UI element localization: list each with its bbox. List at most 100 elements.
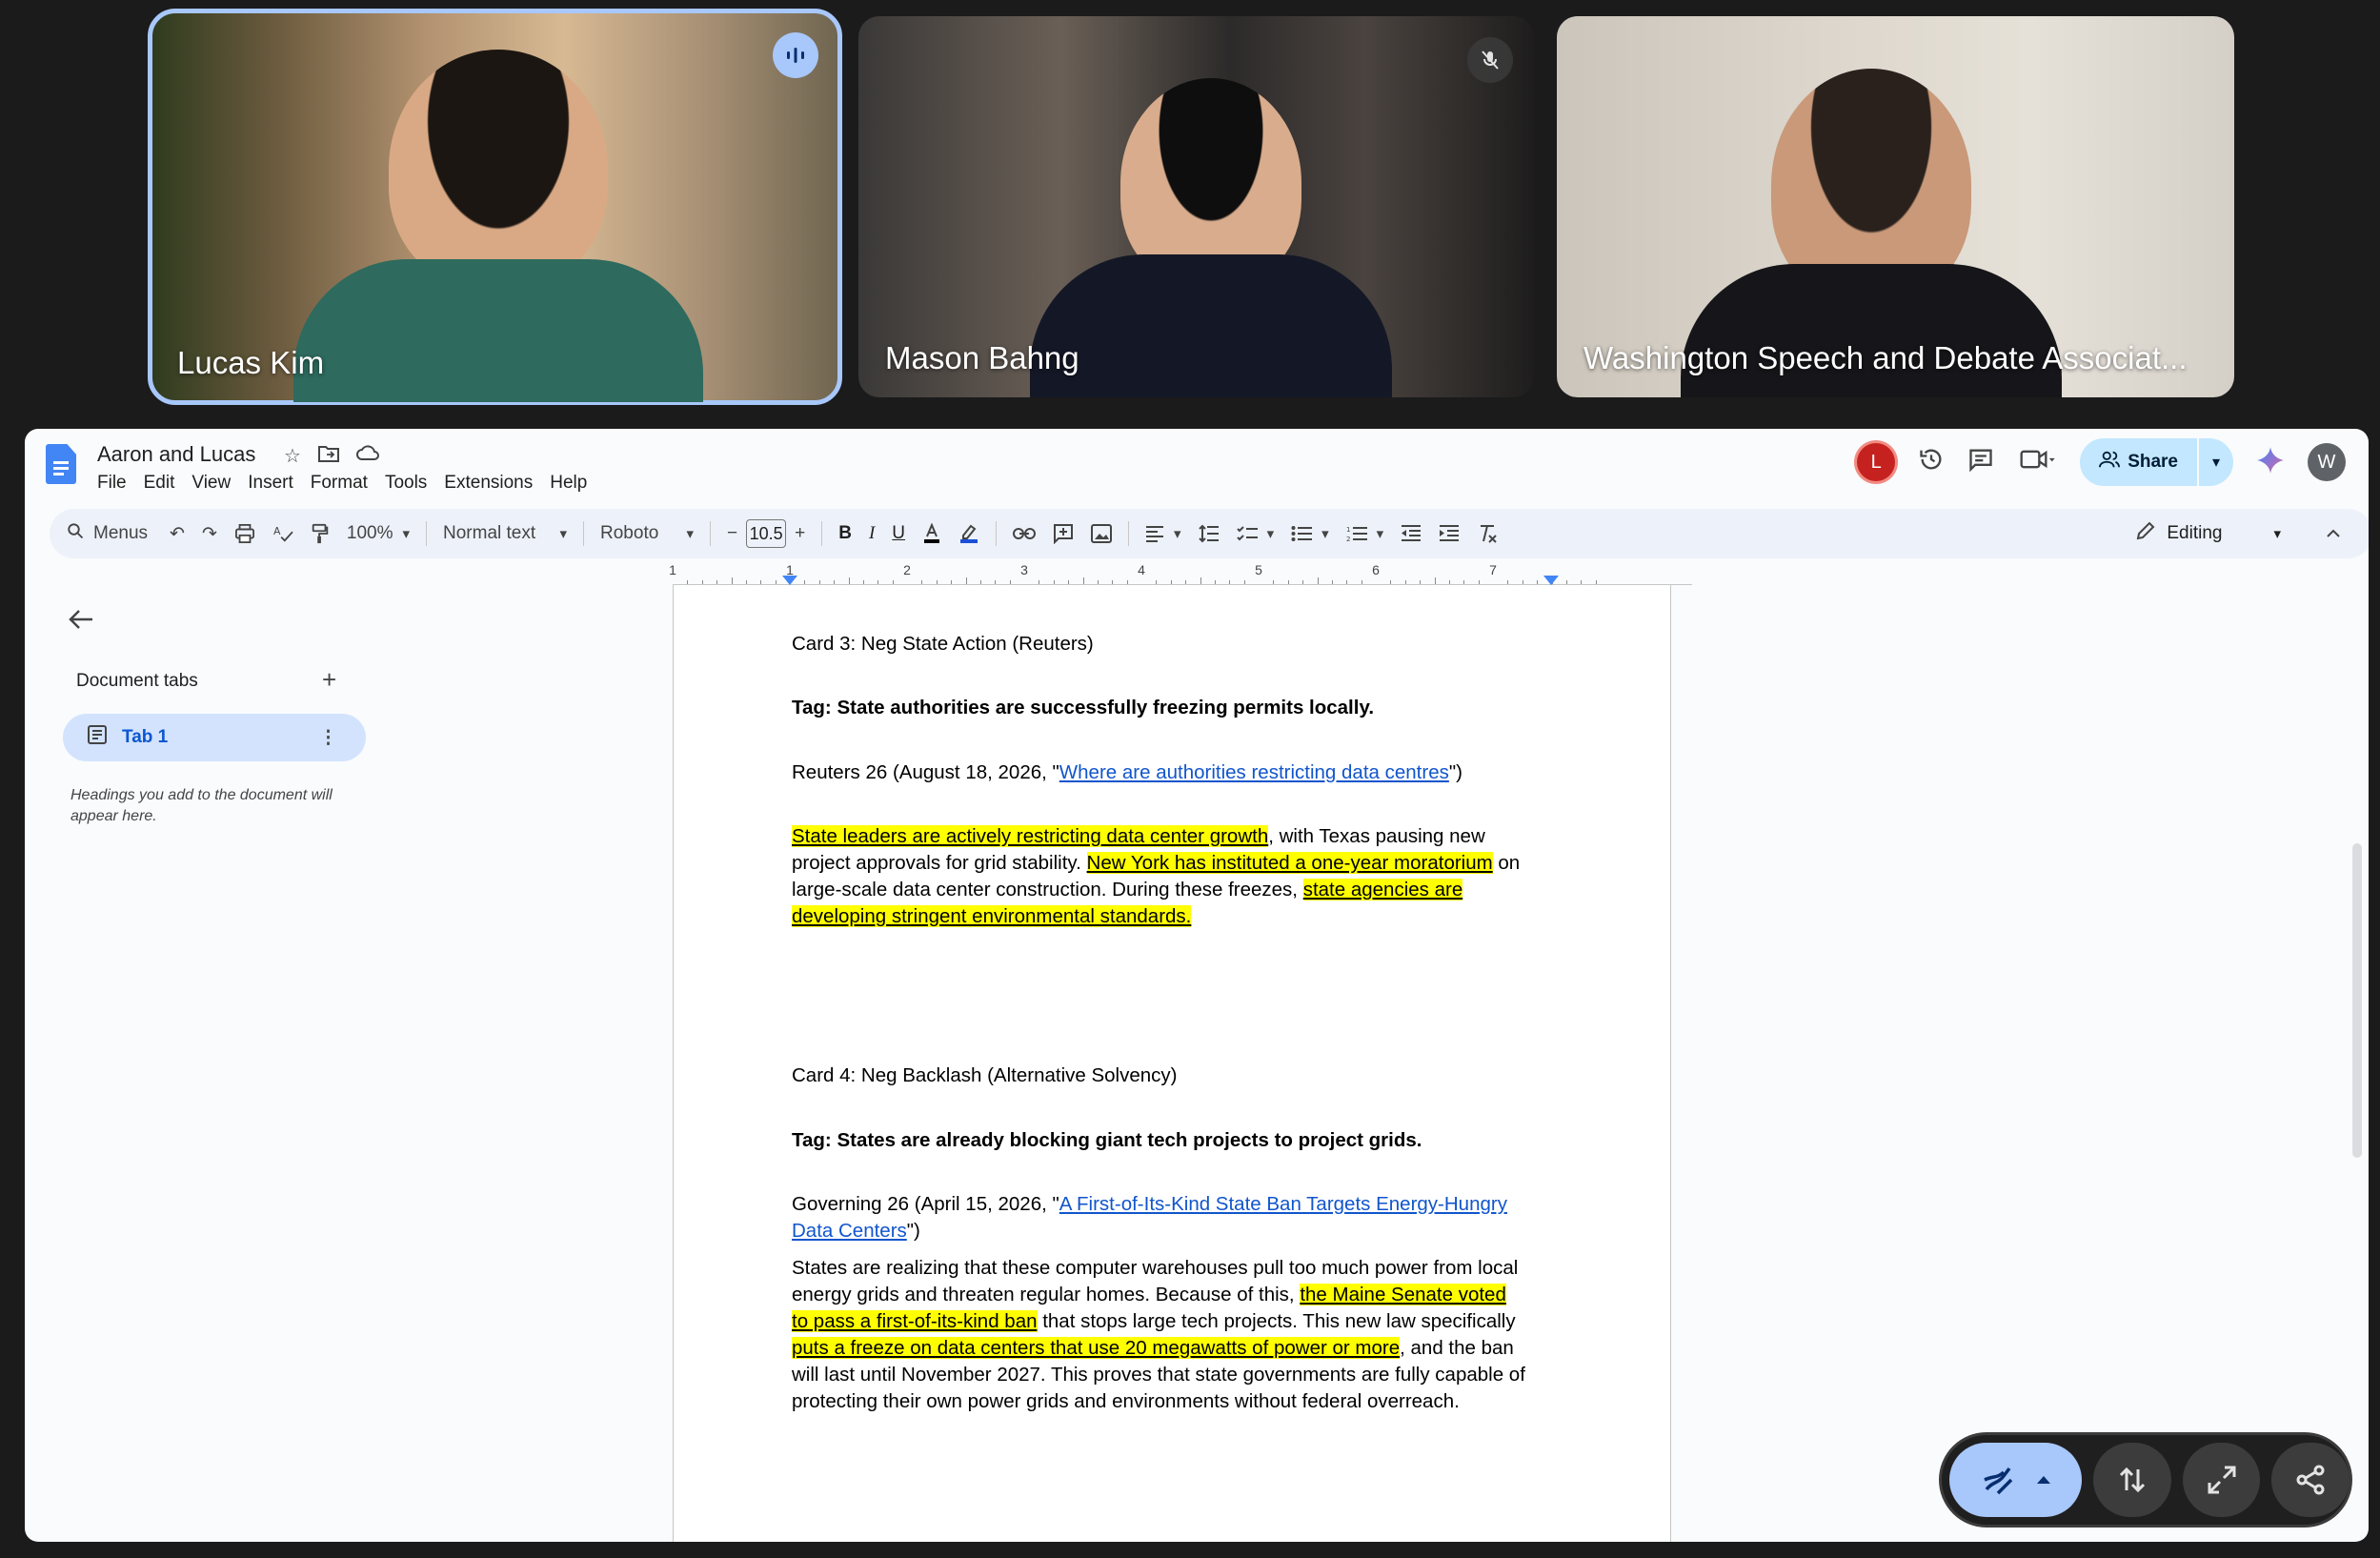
document-title[interactable]: Aaron and Lucas [97,442,255,467]
cloud-saved-icon[interactable] [356,444,379,469]
spellcheck-icon[interactable]: A [264,515,302,553]
paragraph-style-select[interactable]: Normal text [434,515,575,553]
menu-view[interactable]: View [192,473,231,494]
ruler-tick [936,580,938,584]
header-actions: L Share ▾ W [1857,438,2346,486]
speaking-icon [773,32,818,78]
participant-tile-lucas[interactable]: Lucas Kim [148,9,842,405]
ruler-tick [921,580,923,584]
participant-tile-mason[interactable]: Mason Bahng [858,16,1534,397]
ruler-tick [701,580,703,584]
indent-marker[interactable] [782,576,797,585]
ruler-tick [951,580,953,584]
more-options-icon[interactable]: ⋮ [319,727,337,749]
ruler-tick [1053,580,1055,584]
account-avatar[interactable]: W [2308,443,2346,481]
ruler-tick [1214,580,1216,584]
menu-help[interactable]: Help [550,473,587,494]
participant-tile-washington[interactable]: Washington Speech and Debate Associat... [1557,16,2234,397]
menu-file[interactable]: File [97,473,127,494]
vertical-scrollbar[interactable] [2350,843,2365,1158]
back-arrow-icon[interactable] [69,606,93,637]
title-icons: ☆ [284,444,379,469]
ruler-tick [1082,577,1084,584]
zoom-select[interactable]: 100% [338,515,418,553]
ruler-tick [804,580,806,584]
editing-mode-select[interactable]: Editing ▾ [2136,521,2281,546]
ruler-tick [1009,580,1011,584]
decrease-font-size-icon[interactable]: − [718,515,746,553]
share-screen-button[interactable] [2271,1443,2350,1517]
font-select[interactable]: Roboto [592,515,702,553]
menu-edit[interactable]: Edit [144,473,175,494]
scrollbar-thumb[interactable] [2352,843,2362,1158]
document-outline-sidebar: Document tabs + Tab 1 ⋮ Headings you add… [25,585,444,1542]
share-label: Share [2128,452,2178,472]
docs-logo-icon[interactable] [46,444,76,484]
annotate-button[interactable] [1949,1443,2083,1517]
fullscreen-button[interactable] [2182,1443,2261,1517]
version-history-icon[interactable] [1918,446,1945,479]
italic-icon[interactable]: I [860,515,883,553]
search-menus[interactable]: Menus [53,515,161,553]
ruler-tick [1361,580,1362,584]
gemini-icon[interactable] [2256,446,2285,479]
align-icon[interactable] [1137,515,1190,553]
checklist-icon[interactable] [1228,515,1283,553]
increase-indent-icon[interactable] [1430,515,1468,553]
ruler-tick [1112,580,1114,584]
paint-format-icon[interactable] [302,515,338,553]
participant-video-body [293,259,703,402]
document-page[interactable]: Card 3: Neg State Action (Reuters) Tag: … [673,585,1671,1542]
toolbar-divider [996,521,998,546]
menu-insert[interactable]: Insert [248,473,293,494]
clear-formatting-icon[interactable] [1468,515,1506,553]
ruler-tick [1448,580,1450,584]
underline-icon[interactable]: U [883,515,914,553]
pencil-icon [2136,521,2155,546]
move-folder-icon[interactable] [317,444,339,469]
svg-text:A: A [273,525,281,537]
comments-icon[interactable] [1967,446,1994,479]
add-comment-icon[interactable] [1044,515,1082,553]
ruler-tick [1478,580,1480,584]
menu-format[interactable]: Format [311,473,368,494]
citation-link[interactable]: Where are authorities restricting data c… [1059,761,1449,783]
bulleted-list-icon[interactable] [1282,515,1338,553]
decrease-indent-icon[interactable] [1392,515,1430,553]
ruler-tick [1434,577,1436,584]
text-color-icon[interactable] [914,515,950,553]
undo-icon[interactable]: ↶ [161,515,193,553]
increase-font-size-icon[interactable]: + [786,515,814,553]
add-tab-icon[interactable]: + [322,665,336,695]
ruler-tick [1200,577,1201,584]
indent-marker[interactable] [1543,576,1559,585]
swap-position-button[interactable] [2093,1443,2171,1517]
redo-icon[interactable]: ↷ [193,515,226,553]
share-dropdown-chevron-icon[interactable]: ▾ [2199,438,2233,486]
collaborator-avatar[interactable]: L [1857,443,1896,481]
ruler-tick [1463,580,1465,584]
collapse-menus-chevron-up-icon[interactable] [2317,515,2350,553]
numbered-list-icon[interactable]: 12 [1338,515,1393,553]
star-icon[interactable]: ☆ [284,444,301,469]
ruler-number: 1 [669,562,676,577]
insert-image-icon[interactable] [1082,515,1120,553]
menu-tools[interactable]: Tools [385,473,427,494]
print-icon[interactable] [226,515,264,553]
tab-item-tab-1[interactable]: Tab 1 ⋮ [63,714,366,761]
participant-name: Washington Speech and Debate Associat... [1583,340,2188,375]
citation-text: ") [1448,761,1462,783]
meet-camera-icon[interactable] [2017,446,2057,479]
bold-icon[interactable]: B [830,515,860,553]
insert-link-icon[interactable] [1004,515,1044,553]
horizontal-ruler[interactable]: 11234567 [669,562,1692,585]
ruler-tick [818,580,820,584]
menu-extensions[interactable]: Extensions [444,473,533,494]
line-spacing-icon[interactable] [1190,515,1228,553]
share-button[interactable]: Share [2080,438,2197,486]
font-size-input[interactable]: 10.5 [746,519,787,548]
ruler-tick [892,580,894,584]
share-nodes-icon [2296,1465,2325,1495]
highlight-color-icon[interactable] [950,515,988,553]
